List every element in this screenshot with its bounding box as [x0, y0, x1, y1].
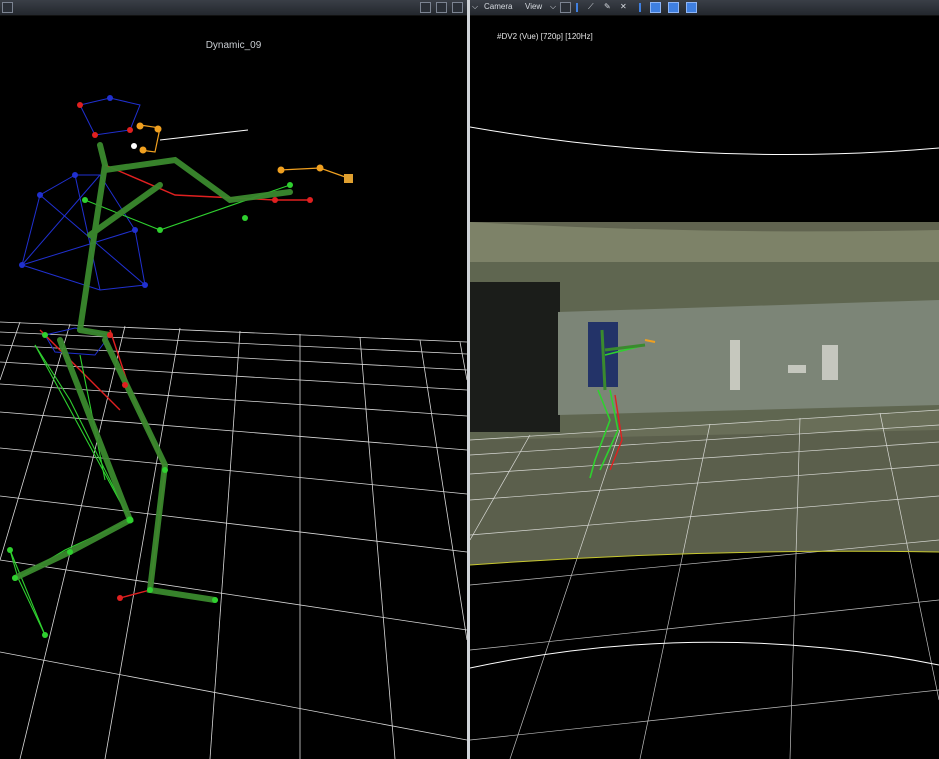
- close-view-icon[interactable]: [452, 2, 463, 13]
- camera-view[interactable]: ⌵ Camera View ⌵ ⟋ ✎ ✕ #DV2 (Vue) [720p] …: [470, 0, 939, 759]
- camera-toolbar: ⌵ Camera View ⌵ ⟋ ✎ ✕: [470, 0, 939, 16]
- camera-menu[interactable]: Camera: [484, 2, 512, 11]
- studio-curtain: [470, 282, 560, 432]
- split-vertical-icon[interactable]: [436, 2, 447, 13]
- body-markers: [7, 95, 313, 638]
- split-horizontal-icon[interactable]: [420, 2, 431, 13]
- skeleton-3d-view[interactable]: Dynamic_09: [0, 0, 467, 759]
- camera-scene: [470, 126, 939, 759]
- left-view-toolbar: [0, 0, 467, 16]
- camera-viewport[interactable]: #DV2 (Vue) [720p] [120Hz]: [470, 15, 939, 759]
- crosshair-toggle-icon[interactable]: [668, 2, 679, 13]
- view-menu[interactable]: View: [525, 2, 542, 11]
- tool-b-icon[interactable]: ✎: [604, 2, 611, 11]
- view-menu-icon[interactable]: [2, 2, 13, 13]
- studio-ceiling-truss: [470, 222, 939, 262]
- floor-grid: [0, 321, 467, 759]
- tool-a-icon[interactable]: ⟋: [588, 2, 594, 12]
- tool-c-icon[interactable]: ✕: [620, 2, 627, 11]
- toolbar-separator: [576, 3, 578, 12]
- left-viewport[interactable]: Dynamic_09: [0, 15, 467, 759]
- markers-toggle-icon[interactable]: [650, 2, 661, 13]
- skeleton-bones: [12, 142, 293, 603]
- volume-top-arc: [470, 126, 939, 156]
- camera-select-icon[interactable]: [560, 2, 571, 13]
- toolbar-separator: [639, 3, 641, 12]
- skeleton-scene: [0, 95, 467, 759]
- prop-markers: [131, 122, 353, 183]
- overlay-toggle-icon[interactable]: [686, 2, 697, 13]
- camera-menu-chevron-icon[interactable]: ⌵: [472, 2, 478, 12]
- volume-bottom-arc: [470, 641, 939, 669]
- view-title: Dynamic_09: [205, 40, 262, 51]
- view-menu-chevron-icon[interactable]: ⌵: [550, 2, 556, 12]
